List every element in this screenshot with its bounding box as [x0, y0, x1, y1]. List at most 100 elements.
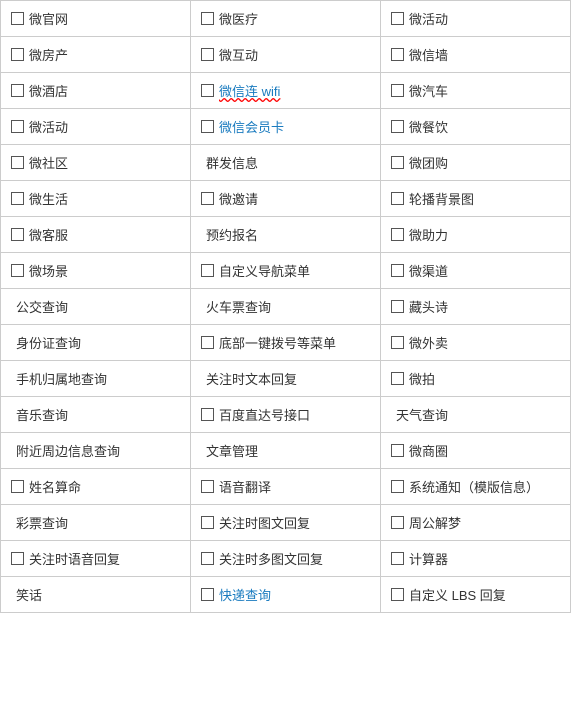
checkbox-icon[interactable] [201, 408, 214, 421]
checkbox-icon[interactable] [11, 552, 24, 565]
cell-content: 周公解梦 [391, 513, 560, 532]
checkbox-icon[interactable] [391, 588, 404, 601]
checkbox-icon[interactable] [391, 84, 404, 97]
checkbox-icon[interactable] [11, 156, 24, 169]
table-cell: 快递查询 [191, 577, 381, 613]
table-row: 微酒店 微信连 wifi 微汽车 [1, 73, 571, 109]
cell-content: 手机归属地查询 [11, 369, 180, 388]
checkbox-icon[interactable] [391, 228, 404, 241]
checkbox-icon[interactable] [11, 12, 24, 25]
checkbox-icon[interactable] [391, 264, 404, 277]
table-row: 彩票查询关注时图文回复周公解梦 [1, 505, 571, 541]
cell-content: 底部一键拨号等菜单 [201, 333, 370, 352]
table-cell: 微客服 [1, 217, 191, 253]
checkbox-icon[interactable] [201, 84, 214, 97]
checkbox-icon[interactable] [391, 516, 404, 529]
cell-label: 微信墙 [409, 45, 448, 64]
checkbox-icon[interactable] [201, 480, 214, 493]
cell-label: 关注时文本回复 [206, 369, 297, 388]
checkbox-icon[interactable] [201, 120, 214, 133]
checkbox-icon[interactable] [201, 336, 214, 349]
table-cell: 关注时图文回复 [191, 505, 381, 541]
table-cell: 微官网 [1, 1, 191, 37]
table-row: 微场景自定义导航菜单微渠道 [1, 253, 571, 289]
cell-content: 微商圈 [391, 441, 560, 460]
checkbox-icon[interactable] [391, 156, 404, 169]
cell-label: 天气查询 [396, 405, 448, 424]
cell-label: 轮播背景图 [409, 189, 474, 208]
checkbox-icon[interactable] [11, 192, 24, 205]
cell-label: 微医疗 [219, 9, 258, 28]
checkbox-icon[interactable] [391, 480, 404, 493]
checkbox-icon[interactable] [201, 48, 214, 61]
checkbox-icon[interactable] [391, 192, 404, 205]
cell-content: 微房产 [11, 45, 180, 64]
table-cell: 语音翻译 [191, 469, 381, 505]
table-row: 微活动微信会员卡微餐饮 [1, 109, 571, 145]
checkbox-icon[interactable] [201, 12, 214, 25]
cell-content: 藏头诗 [391, 297, 560, 316]
cell-content: 微生活 [11, 189, 180, 208]
checkbox-icon[interactable] [391, 336, 404, 349]
checkbox-icon[interactable] [11, 264, 24, 277]
cell-content: 火车票查询 [201, 297, 370, 316]
cell-content: 微酒店 [11, 81, 180, 100]
cell-content: 微拍 [391, 369, 560, 388]
table-row: 关注时语音回复关注时多图文回复计算器 [1, 541, 571, 577]
checkbox-icon[interactable] [201, 552, 214, 565]
checkbox-icon[interactable] [391, 48, 404, 61]
cell-label: 微活动 [29, 117, 68, 136]
checkbox-icon[interactable] [201, 588, 214, 601]
cell-label: 预约报名 [206, 225, 258, 244]
table-cell: 关注时文本回复 [191, 361, 381, 397]
cell-label: 火车票查询 [206, 297, 271, 316]
cell-label: 语音翻译 [219, 477, 271, 496]
cell-label: 文章管理 [206, 441, 258, 460]
cell-content: 文章管理 [201, 441, 370, 460]
table-cell: 微社区 [1, 145, 191, 181]
table-cell: 百度直达号接口 [191, 397, 381, 433]
checkbox-icon[interactable] [391, 120, 404, 133]
table-cell: 微助力 [381, 217, 571, 253]
checkbox-icon[interactable] [11, 228, 24, 241]
checkbox-icon[interactable] [11, 120, 24, 133]
cell-label: 微酒店 [29, 81, 68, 100]
table-cell: 关注时语音回复 [1, 541, 191, 577]
table-cell: 周公解梦 [381, 505, 571, 541]
checkbox-icon[interactable] [11, 48, 24, 61]
table-row: 音乐查询百度直达号接口天气查询 [1, 397, 571, 433]
cell-content: 微活动 [391, 9, 560, 28]
table-cell: 微信连 wifi [191, 73, 381, 109]
checkbox-icon[interactable] [391, 552, 404, 565]
checkbox-icon[interactable] [201, 192, 214, 205]
table-cell: 文章管理 [191, 433, 381, 469]
checkbox-icon[interactable] [11, 480, 24, 493]
cell-label: 自定义 LBS 回复 [409, 585, 506, 604]
cell-content: 微互动 [201, 45, 370, 64]
cell-content: 预约报名 [201, 225, 370, 244]
cell-content: 自定义 LBS 回复 [391, 585, 560, 604]
table-cell: 微邀请 [191, 181, 381, 217]
cell-content: 微活动 [11, 117, 180, 136]
cell-content: 微信会员卡 [201, 117, 370, 136]
table-cell: 音乐查询 [1, 397, 191, 433]
table-cell: 群发信息 [191, 145, 381, 181]
cell-content: 语音翻译 [201, 477, 370, 496]
checkbox-icon[interactable] [391, 444, 404, 457]
checkbox-icon[interactable] [201, 264, 214, 277]
table-cell: 公交查询 [1, 289, 191, 325]
checkbox-icon[interactable] [11, 84, 24, 97]
cell-content: 微汽车 [391, 81, 560, 100]
cell-content: 微场景 [11, 261, 180, 280]
cell-content: 微渠道 [391, 261, 560, 280]
cell-label: 系统通知（模版信息） [409, 477, 539, 496]
cell-label: 微汽车 [409, 81, 448, 100]
checkbox-icon[interactable] [391, 12, 404, 25]
cell-label: 手机归属地查询 [16, 369, 107, 388]
table-cell: 微团购 [381, 145, 571, 181]
cell-label: 笑话 [16, 585, 42, 604]
checkbox-icon[interactable] [201, 516, 214, 529]
checkbox-icon[interactable] [391, 300, 404, 313]
table-cell: 微酒店 [1, 73, 191, 109]
checkbox-icon[interactable] [391, 372, 404, 385]
